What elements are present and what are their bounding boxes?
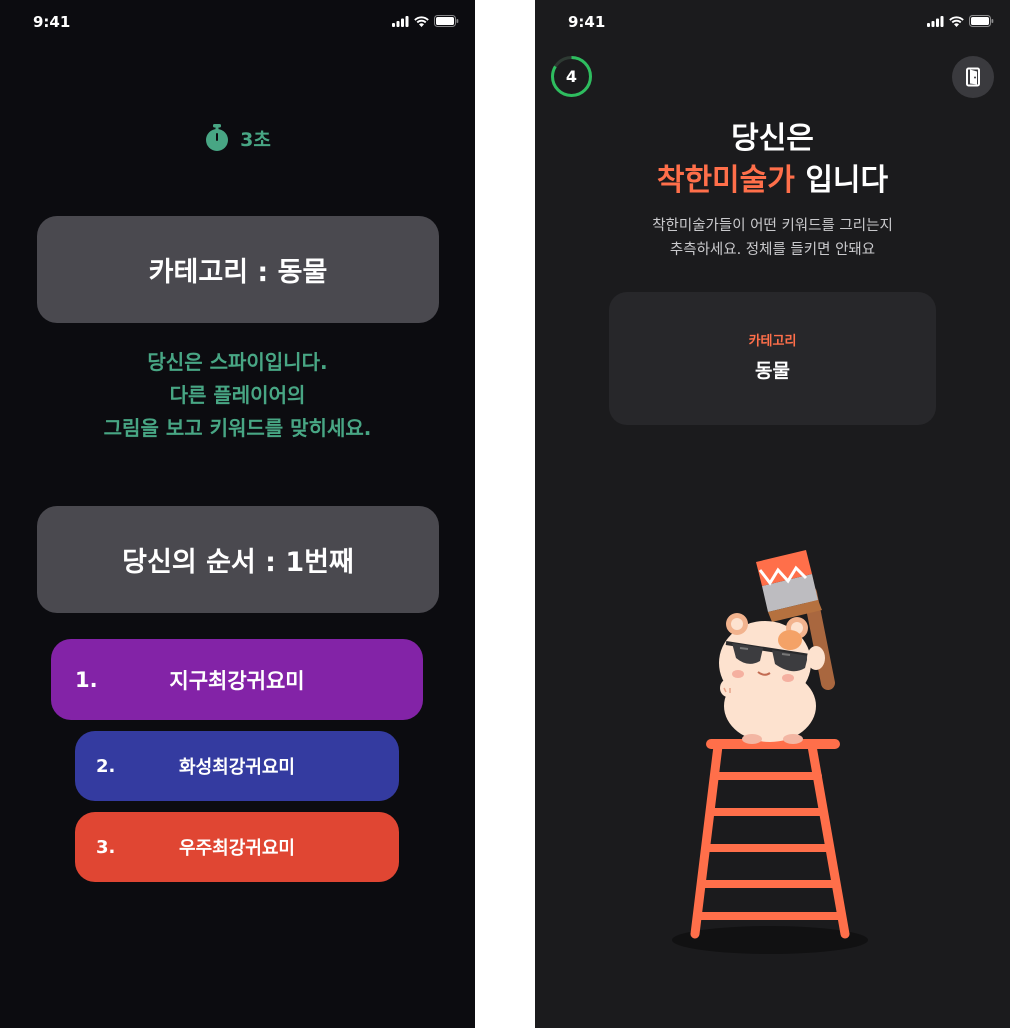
timer: 3초 (0, 124, 475, 152)
signal-icon (927, 15, 944, 27)
battery-icon (434, 15, 459, 27)
role-description: 착한미술가들이 어떤 키워드를 그리는지 추측하세요. 정체를 들키면 안돼요 (535, 214, 1010, 262)
role-title-prefix: 당신은 (731, 121, 814, 156)
role-name: 착한미술가 (656, 163, 795, 198)
status-time: 9:41 (33, 13, 71, 31)
player-item: 3. 우주최강귀요미 (75, 812, 399, 882)
player-item: 1. 지구최강귀요미 (51, 639, 423, 720)
role-title-line: 착한미술가 입니다 (535, 160, 1010, 202)
status-icons (927, 15, 994, 27)
spy-message-line: 다른 플레이어의 (169, 383, 306, 407)
role-title: 당신은 착한미술가 입니다 (535, 118, 1010, 202)
artist-role-screen: 9:41 4 당신은 착한미술가 입니다 착한미술가들이 어떤 키워드를 그리는… (535, 0, 1010, 1028)
player-name: 지구최강귀요미 (169, 668, 305, 693)
role-title-suffix: 입니다 (805, 163, 889, 198)
signal-icon (392, 15, 409, 27)
status-bar: 9:41 (0, 0, 475, 44)
spy-message-line: 그림을 보고 키워드를 맞히세요. (103, 416, 372, 440)
exit-door-icon (966, 67, 980, 87)
role-description-line: 착한미술가들이 어떤 키워드를 그리는지 (652, 218, 893, 234)
turn-order-card: 당신의 순서 : 1번째 (37, 506, 439, 613)
countdown-timer: 4 (550, 55, 593, 98)
turn-order-text: 당신의 순서 : 1번째 (122, 547, 354, 578)
player-name: 화성최강귀요미 (179, 757, 295, 778)
category-label: 카테고리 (748, 334, 797, 349)
wifi-icon (949, 15, 964, 27)
player-item: 2. 화성최강귀요미 (75, 731, 399, 801)
category-card: 카테고리 : 동물 (37, 216, 439, 323)
category-card: 카테고리 동물 (609, 292, 936, 425)
hamster-painter-illustration (672, 550, 868, 954)
spy-screen: 9:41 3초 카테고리 : 동물 당신은 스파이입니다. 다른 플레이어의 그… (0, 0, 475, 1028)
wifi-icon (414, 15, 429, 27)
stopwatch-icon (206, 124, 229, 151)
status-icons (392, 15, 459, 27)
player-name: 우주최강귀요미 (179, 838, 295, 859)
status-time: 9:41 (568, 13, 606, 31)
spy-message: 당신은 스파이입니다. 다른 플레이어의 그림을 보고 키워드를 맞히세요. (0, 346, 475, 445)
category-text: 카테고리 : 동물 (148, 257, 328, 288)
status-bar: 9:41 (535, 0, 1010, 44)
battery-icon (969, 15, 994, 27)
role-description-line: 추측하세요. 정체를 들키면 안돼요 (669, 242, 876, 258)
timer-text: 3초 (240, 128, 271, 151)
spy-message-line: 당신은 스파이입니다. (147, 350, 328, 374)
countdown-value: 4 (565, 67, 578, 86)
category-value: 동물 (755, 360, 790, 382)
exit-button[interactable] (952, 56, 994, 98)
